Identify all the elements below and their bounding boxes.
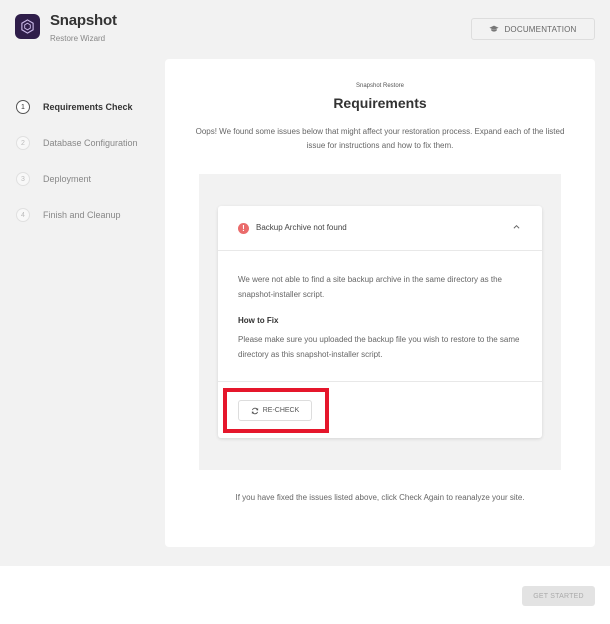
issue-title: Backup Archive not found bbox=[256, 223, 347, 232]
app-title: Snapshot bbox=[50, 12, 117, 29]
header: Snapshot Restore Wizard DOCUMENTATION bbox=[0, 0, 610, 60]
issues-container: ! Backup Archive not found We were not a… bbox=[199, 174, 561, 470]
hexagon-icon bbox=[21, 19, 34, 34]
snapshot-logo bbox=[15, 14, 40, 39]
documentation-button[interactable]: DOCUMENTATION bbox=[471, 18, 595, 40]
step-number: 4 bbox=[16, 208, 30, 222]
app-subtitle: Restore Wizard bbox=[50, 34, 106, 43]
issue-description: We were not able to find a site backup a… bbox=[238, 275, 502, 299]
recheck-button[interactable]: RE-CHECK bbox=[238, 400, 312, 421]
issue-header[interactable]: ! Backup Archive not found bbox=[218, 206, 542, 251]
refresh-icon bbox=[251, 407, 258, 414]
step-label: Database Configuration bbox=[43, 138, 138, 148]
documentation-label: DOCUMENTATION bbox=[504, 24, 577, 34]
how-to-fix-heading: How to Fix bbox=[238, 316, 279, 325]
step-label: Finish and Cleanup bbox=[43, 210, 121, 220]
issue-panel: ! Backup Archive not found We were not a… bbox=[218, 206, 542, 438]
step-number: 2 bbox=[16, 136, 30, 150]
page-title: Requirements bbox=[333, 95, 427, 111]
step-database-configuration[interactable]: 2 Database Configuration bbox=[16, 136, 138, 150]
footnote-text: If you have fixed the issues listed abov… bbox=[235, 493, 525, 502]
section-eyebrow: Snapshot Restore bbox=[355, 83, 405, 89]
graduation-cap-icon bbox=[489, 25, 500, 32]
step-deployment[interactable]: 3 Deployment bbox=[16, 172, 91, 186]
how-to-fix-text: Please make sure you uploaded the backup… bbox=[238, 335, 520, 359]
get-started-button[interactable]: GET STARTED bbox=[522, 586, 595, 606]
step-label: Requirements Check bbox=[43, 102, 133, 112]
error-icon: ! bbox=[238, 223, 249, 234]
step-finish-and-cleanup[interactable]: 4 Finish and Cleanup bbox=[16, 208, 121, 222]
step-label: Deployment bbox=[43, 174, 92, 184]
issue-footer: RE-CHECK bbox=[218, 381, 542, 438]
step-number: 3 bbox=[16, 172, 30, 186]
chevron-up-icon[interactable] bbox=[513, 222, 520, 231]
intro-text: Oops! We found some issues below that mi… bbox=[195, 127, 565, 150]
requirements-card: Snapshot Restore Requirements Oops! We f… bbox=[165, 59, 595, 547]
recheck-label: RE-CHECK bbox=[262, 407, 300, 414]
footer-bar: GET STARTED bbox=[0, 566, 610, 624]
step-number: 1 bbox=[16, 100, 30, 114]
step-requirements-check[interactable]: 1 Requirements Check bbox=[16, 100, 133, 114]
